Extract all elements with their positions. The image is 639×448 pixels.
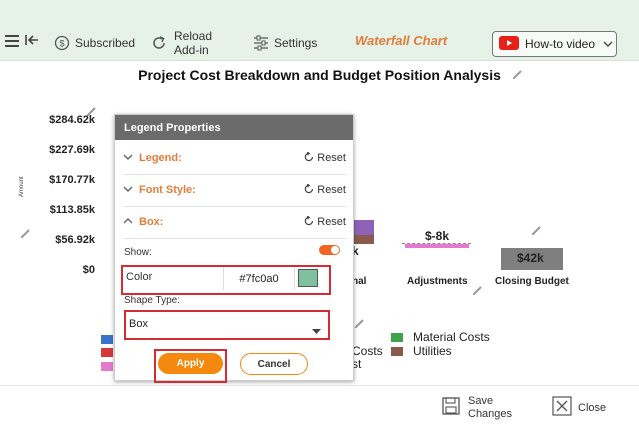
reset-icon [304, 151, 314, 165]
addin-label: Add-in [174, 43, 209, 57]
legend-swatch-brown [391, 347, 403, 356]
cancel-button[interactable]: Cancel [240, 353, 308, 375]
youtube-icon [499, 35, 519, 53]
legend-section[interactable]: Legend: Reset [123, 142, 346, 175]
y-axis-label: Amount [19, 176, 25, 197]
back-arrow-icon[interactable] [25, 32, 41, 48]
howto-video-dropdown[interactable]: How-to video [492, 31, 617, 57]
shape-type-select[interactable]: Box [124, 310, 330, 340]
connector-line [402, 243, 471, 245]
x-label-closing: Closing Budget [495, 276, 569, 287]
color-swatch-button[interactable] [298, 269, 318, 287]
edit-ylabel-pencil-icon[interactable] [20, 226, 32, 238]
shape-type-label: Shape Type: [124, 295, 180, 306]
box-reset-button[interactable]: Reset [304, 215, 346, 229]
chevron-up-icon [123, 216, 133, 228]
reset-icon [304, 183, 314, 197]
x-label-adjustments: Adjustments [407, 276, 468, 287]
color-label: Color [126, 271, 153, 283]
font-style-section[interactable]: Font Style: Reset [123, 174, 346, 207]
app-title: Waterfall Chart [355, 33, 448, 48]
chart-title: Project Cost Breakdown and Budget Positi… [138, 67, 501, 83]
y-tick-label: $0 [82, 264, 95, 276]
reset-icon [304, 215, 314, 229]
dialog-title: Legend Properties [115, 115, 353, 140]
reset-label: Reset [317, 216, 346, 228]
footer-divider [0, 385, 639, 386]
edit-legend-pencil-icon[interactable] [354, 316, 366, 328]
close-icon [552, 396, 572, 421]
chevron-down-icon [123, 184, 133, 196]
menu-icon[interactable] [5, 34, 21, 48]
data-label-closing: $42k [517, 251, 544, 265]
reload-label: Reload [174, 29, 213, 43]
legend-swatch-green [391, 333, 403, 342]
close-button[interactable]: Close [552, 396, 606, 421]
legend-swatch-red [101, 348, 113, 357]
legend-material-costs: Material Costs [413, 330, 490, 344]
box-section-label: Box: [139, 216, 164, 228]
svg-text:$: $ [59, 39, 64, 49]
legend-swatch-blue [101, 335, 113, 344]
legend-properties-dialog: Legend Properties Legend: Reset Font Sty… [114, 114, 354, 383]
legend-utilities: Utilities [413, 344, 452, 358]
apply-button[interactable]: Apply [158, 353, 223, 374]
legend-reset-button[interactable]: Reset [304, 151, 346, 165]
chevron-down-icon [123, 152, 133, 164]
shape-type-value: Box [129, 318, 148, 330]
save-icon [442, 396, 460, 420]
data-label-adjustments: $-8k [425, 229, 450, 243]
chevron-down-icon [603, 37, 613, 51]
settings-button[interactable]: Settings [253, 35, 317, 51]
top-toolbar: $ Subscribed Reload Add-in Settings Wate… [0, 0, 639, 61]
dollar-circle-icon: $ [54, 35, 70, 51]
x-label-partial: nal [352, 276, 367, 287]
reset-label: Reset [317, 184, 346, 196]
y-tick-label: $56.92k [55, 234, 95, 246]
box-section[interactable]: Box: Reset [123, 206, 346, 239]
color-value-input[interactable]: #7fc0a0 [223, 267, 295, 290]
show-toggle[interactable] [319, 245, 340, 255]
legend-section-label: Legend: [139, 152, 182, 164]
reload-icon [151, 35, 167, 51]
reload-addin-button[interactable]: Reload Add-in [151, 29, 212, 57]
subscribed-button[interactable]: $ Subscribed [54, 35, 135, 51]
save-changes-button[interactable]: Save Changes [442, 395, 512, 421]
sliders-icon [253, 35, 269, 51]
subscribed-label: Subscribed [75, 36, 136, 50]
edit-bar-pencil-icon[interactable] [531, 223, 543, 235]
font-style-section-label: Font Style: [139, 184, 196, 196]
legend-swatch-pink [101, 362, 113, 371]
reset-label: Reset [317, 152, 346, 164]
show-label: Show: [124, 247, 152, 258]
y-tick-label: $227.69k [49, 144, 95, 156]
y-tick-label: $284.62k [49, 114, 95, 126]
changes-label: Changes [468, 408, 513, 420]
edit-title-pencil-icon[interactable] [512, 67, 524, 79]
edit-xaxis-pencil-icon[interactable] [472, 283, 484, 295]
save-label: Save [468, 395, 494, 407]
caret-down-icon [312, 322, 321, 340]
y-tick-label: $170.77k [49, 174, 95, 186]
close-label: Close [578, 402, 607, 414]
font-style-reset-button[interactable]: Reset [304, 183, 346, 197]
legend-partial-1: Costs [352, 344, 383, 358]
settings-label: Settings [274, 36, 318, 50]
y-tick-label: $113.85k [49, 204, 95, 216]
howto-label: How-to video [525, 37, 596, 51]
